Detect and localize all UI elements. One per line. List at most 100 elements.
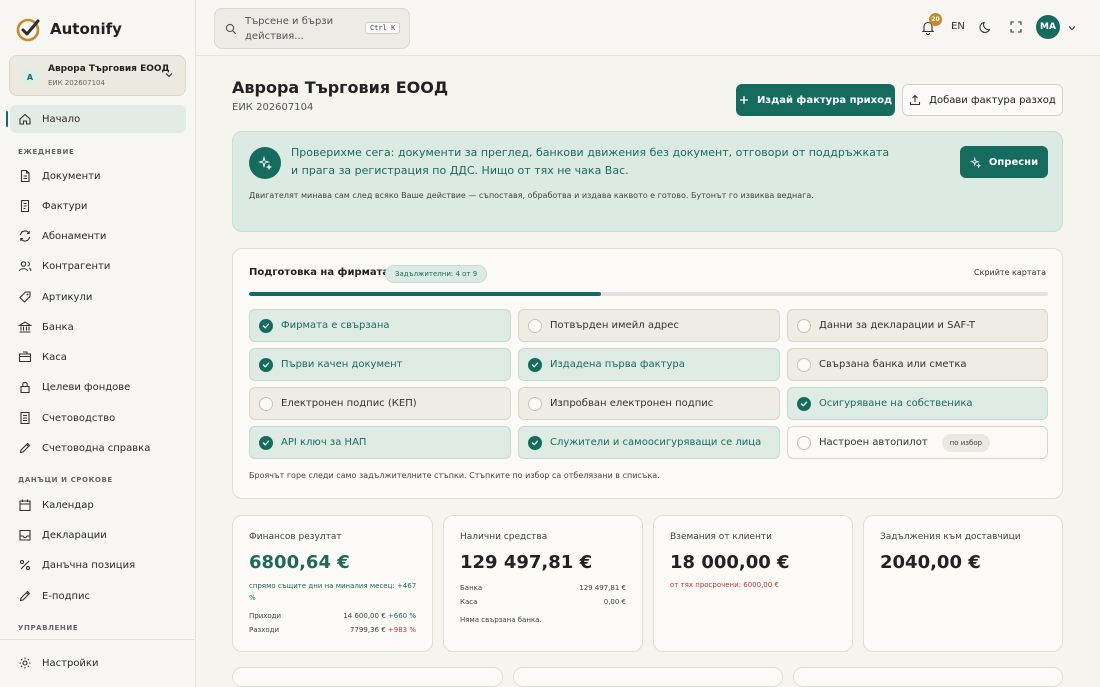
setup-step[interactable]: Потвърден имейл адрес (518, 309, 780, 342)
check-circle-icon (259, 318, 273, 333)
setup-step-label: Електронен подпис (КЕП) (281, 398, 417, 409)
language-switch[interactable]: EN (951, 21, 965, 32)
nav-invoices[interactable]: Фактури (10, 192, 186, 220)
nav-label: Документи (42, 170, 101, 182)
nav-accounting-report[interactable]: Счетоводна справка (10, 434, 186, 462)
setup-step[interactable]: Данни за декларации и SAF-T (787, 309, 1048, 342)
finance-result-card[interactable]: Финансов резултат 6800,64 € спрямо същит… (232, 515, 433, 652)
nav-label: Каса (42, 351, 67, 363)
users-icon (18, 261, 32, 272)
cashbox-value: 0,00 € (603, 598, 626, 606)
nav-tax-position[interactable]: Данъчна позиция (10, 551, 186, 579)
inbox-icon (19, 529, 31, 541)
finance-compare: спрямо същите дни на миналия месец: +467… (249, 582, 417, 602)
setup-step[interactable]: API ключ за НАП (249, 426, 511, 459)
notification-count: 20 (929, 13, 942, 26)
setup-step[interactable]: Електронен подпис (КЕП) (249, 387, 511, 420)
setup-step[interactable]: Служители и самоосигуряващи се лица (518, 426, 780, 459)
status-banner: Проверихме сега: документи за преглед, б… (232, 131, 1063, 232)
signature-pen-icon (19, 590, 31, 602)
nav-home[interactable]: Начало (6, 105, 186, 133)
setup-step-label: Първи качен документ (281, 359, 403, 370)
expense-change: +983 % (387, 626, 416, 634)
nav-settings[interactable]: Настройки (10, 649, 186, 677)
nav-label: Декларации (42, 529, 107, 541)
receivables-value: 18 000,00 € (670, 552, 790, 573)
pen-icon (19, 442, 31, 454)
brand-name: Autonify (50, 20, 122, 38)
setup-step[interactable]: Настроен автопилот по избор (787, 426, 1048, 459)
nav-label: Счетоводна справка (42, 442, 151, 454)
tag-icon (19, 291, 31, 303)
sidebar: Autonify A Аврора Търговия ЕООД ЕИК 2026… (0, 0, 196, 687)
setup-step-label: Изпробван електронен подпис (550, 398, 714, 409)
nav-articles[interactable]: Артикули (10, 283, 186, 311)
empty-circle-icon (259, 396, 273, 411)
section-daily: ЕЖЕДНЕВИЕ (18, 148, 75, 156)
nav-label: Контрагенти (42, 260, 111, 272)
setup-step[interactable]: Свързана банка или сметка (787, 348, 1048, 381)
bank-icon (18, 321, 32, 333)
nav-calendar[interactable]: Календар (10, 491, 186, 519)
payables-card[interactable]: Задължения към доставчици 2040,00 € (863, 515, 1063, 652)
cash-label: Налични средства (460, 532, 548, 542)
receivables-label: Вземания от клиенти (670, 532, 772, 542)
nav-declarations[interactable]: Декларации (10, 521, 186, 549)
setup-step-label: Свързана банка или сметка (819, 359, 967, 370)
fullscreen-icon[interactable] (1009, 20, 1023, 34)
check-circle-icon (259, 357, 273, 372)
nav-funds[interactable]: Целеви фондове (10, 373, 186, 401)
company-eik: ЕИК 202607104 (48, 79, 105, 87)
nav-bank[interactable]: Банка (10, 313, 186, 341)
nav-e-signature[interactable]: Е-подпис (10, 582, 186, 610)
user-avatar[interactable]: МА (1036, 15, 1060, 39)
nav-label: Банка (42, 321, 74, 333)
setup-step-label: Потвърден имейл адрес (550, 320, 679, 331)
section-manage: УПРАВЛЕНИЕ (18, 624, 79, 632)
bank-value: 129 497,81 € (579, 584, 626, 592)
lock-icon (20, 381, 30, 394)
company-selector[interactable]: A Аврора Търговия ЕООД ЕИК 202607104 (9, 55, 186, 96)
nav-accounting[interactable]: Счетоводство (10, 404, 186, 432)
receivables-card[interactable]: Вземания от клиенти 18 000,00 € от тях п… (653, 515, 853, 652)
cash-value: 129 497,81 € (460, 552, 593, 573)
hide-card-link[interactable]: Скрийте картата (974, 268, 1046, 277)
issue-invoice-button[interactable]: Издай фактура приход (736, 84, 895, 116)
setup-step-label: Служители и самоосигуряващи се лица (550, 437, 762, 448)
sparkle-icon (969, 156, 981, 168)
bottom-card (232, 667, 503, 687)
nav-label: Е-подпис (42, 590, 91, 602)
nav-subscriptions[interactable]: Абонаменти (10, 222, 186, 250)
search-placeholder: Търсене и бързи действия... (245, 16, 334, 42)
add-expense-button[interactable]: Добави фактура разход (902, 84, 1063, 116)
overdue-note: от тях просрочени: 6000,00 € (670, 581, 779, 589)
sparkle-icon (249, 147, 281, 179)
setup-step[interactable]: Изпробван електронен подпис (518, 387, 780, 420)
cash-available-card[interactable]: Налични средства 129 497,81 € Банка 129 … (443, 515, 643, 652)
nav-contractors[interactable]: Контрагенти (10, 252, 186, 280)
refresh-button[interactable]: Опресни (960, 146, 1048, 178)
check-circle-icon (259, 435, 273, 450)
chevron-down-icon[interactable] (1067, 24, 1077, 32)
shortcut-hint: Ctrl K (365, 22, 401, 34)
setup-step[interactable]: Първи качен документ (249, 348, 511, 381)
empty-circle-icon (797, 318, 811, 333)
search-input[interactable]: Търсене и бързи действия... Ctrl K (214, 8, 410, 49)
setup-step[interactable]: Фирмата е свързана (249, 309, 511, 342)
search-icon (225, 23, 237, 35)
payables-value: 2040,00 € (880, 552, 981, 573)
bank-label: Банка (460, 584, 483, 592)
plus-icon (739, 96, 748, 104)
setup-step[interactable]: Издадена първа фактура (518, 348, 780, 381)
moon-icon[interactable] (979, 20, 993, 34)
bottom-card (513, 667, 783, 687)
nav-documents[interactable]: Документи (10, 162, 186, 190)
empty-circle-icon (797, 435, 811, 450)
brand[interactable]: Autonify (16, 16, 122, 42)
setup-title: Подготовка на фирмата (249, 267, 390, 278)
empty-circle-icon (528, 396, 542, 411)
setup-step[interactable]: Осигуряване на собственика (787, 387, 1048, 420)
cashbox-label: Каса (460, 598, 478, 606)
setup-footer: Броячът горе следи само задължителните с… (249, 471, 660, 480)
nav-cashbox[interactable]: Каса (10, 343, 186, 371)
